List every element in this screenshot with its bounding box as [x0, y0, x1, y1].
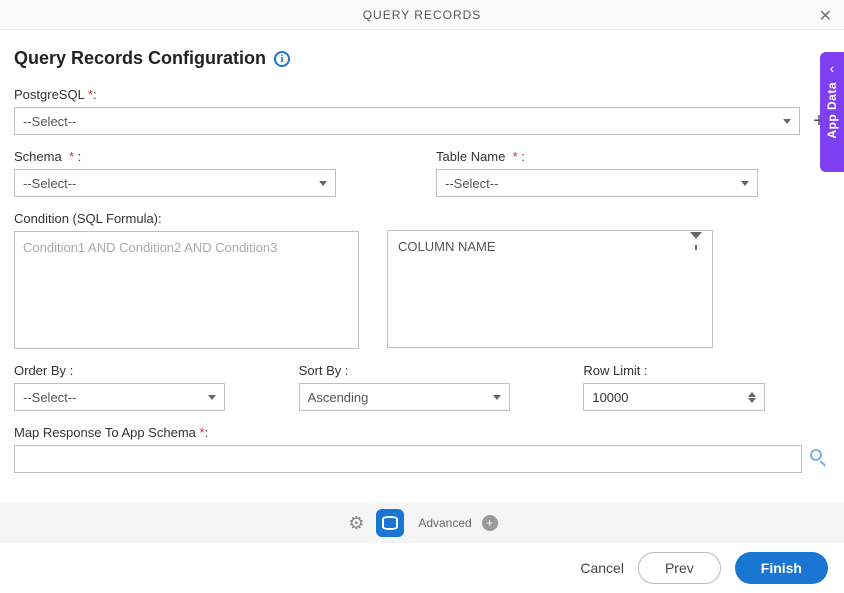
page-title-row: Query Records Configuration i: [14, 48, 830, 69]
close-button[interactable]: ✕: [819, 6, 832, 26]
table-name-label: Table Name * :: [436, 149, 830, 164]
search-icon: [810, 449, 822, 461]
order-sort-limit-row: Order By : --Select-- Sort By : Ascendin…: [14, 363, 830, 411]
condition-field: Condition (SQL Formula): Condition1 AND …: [14, 211, 359, 349]
cancel-button[interactable]: Cancel: [580, 560, 624, 576]
schema-label: Schema * :: [14, 149, 408, 164]
stepper-down-icon[interactable]: [748, 398, 756, 403]
required-mark: *: [513, 149, 518, 164]
condition-label: Condition (SQL Formula):: [14, 211, 359, 226]
sort-by-select[interactable]: Ascending: [299, 383, 510, 411]
sort-by-value: Ascending: [308, 390, 369, 405]
required-mark: *: [200, 425, 205, 440]
finish-button[interactable]: Finish: [735, 552, 828, 584]
map-response-label: Map Response To App Schema *:: [14, 425, 830, 440]
row-limit-stepper[interactable]: [748, 392, 756, 403]
chevron-down-icon: [783, 119, 791, 124]
column-header: COLUMN NAME: [388, 231, 712, 261]
advanced-plus-button[interactable]: +: [482, 515, 498, 531]
map-response-input[interactable]: [14, 445, 802, 473]
gear-icon[interactable]: ⚙: [346, 513, 366, 533]
close-icon: ✕: [819, 8, 832, 25]
column-field: COLUMN NAME: [387, 230, 713, 349]
required-mark: *: [88, 87, 93, 102]
row-limit-value: 10000: [592, 390, 628, 405]
modal-header: QUERY RECORDS ✕: [0, 0, 844, 30]
page-title: Query Records Configuration: [14, 48, 266, 69]
modal-title: QUERY RECORDS: [363, 8, 482, 22]
postgresql-select[interactable]: --Select--: [14, 107, 800, 135]
map-response-field: Map Response To App Schema *:: [14, 425, 830, 473]
sort-by-label: Sort By :: [299, 363, 546, 378]
required-mark: *: [69, 149, 74, 164]
postgresql-value: --Select--: [23, 114, 76, 129]
postgresql-label: PostgreSQL *:: [14, 87, 830, 102]
schema-field: Schema * : --Select--: [14, 149, 408, 197]
column-header-title: COLUMN NAME: [398, 239, 496, 254]
row-limit-input[interactable]: 10000: [583, 383, 765, 411]
order-by-select[interactable]: --Select--: [14, 383, 225, 411]
table-name-select[interactable]: --Select--: [436, 169, 758, 197]
info-icon[interactable]: i: [274, 51, 290, 67]
chevron-down-icon: [741, 181, 749, 186]
schema-table-row: Schema * : --Select-- Table Name * : --S…: [14, 149, 830, 197]
chevron-left-icon: ‹: [830, 60, 835, 76]
toolbar: ⚙ Advanced +: [0, 503, 844, 543]
order-by-label: Order By :: [14, 363, 261, 378]
table-name-value: --Select--: [445, 176, 498, 191]
advanced-label: Advanced: [418, 516, 471, 530]
database-icon[interactable]: [376, 509, 404, 537]
condition-placeholder: Condition1 AND Condition2 AND Condition3: [23, 240, 277, 255]
postgresql-field: PostgreSQL *: --Select-- +: [14, 87, 830, 135]
plus-icon: +: [486, 516, 493, 530]
table-name-field: Table Name * : --Select--: [436, 149, 830, 197]
chevron-down-icon: [493, 395, 501, 400]
schema-select[interactable]: --Select--: [14, 169, 336, 197]
order-by-value: --Select--: [23, 390, 76, 405]
map-response-search-button[interactable]: [810, 449, 830, 469]
order-by-field: Order By : --Select--: [14, 363, 261, 411]
sort-by-field: Sort By : Ascending: [299, 363, 546, 411]
content-area: Query Records Configuration i PostgreSQL…: [0, 30, 844, 473]
prev-button[interactable]: Prev: [638, 552, 721, 584]
stepper-up-icon[interactable]: [748, 392, 756, 397]
row-limit-field: Row Limit : 10000: [583, 363, 830, 411]
row-limit-label: Row Limit :: [583, 363, 830, 378]
column-name-box: COLUMN NAME: [387, 230, 713, 348]
app-data-side-tab[interactable]: ‹ App Data: [820, 52, 844, 172]
condition-textarea[interactable]: Condition1 AND Condition2 AND Condition3: [14, 231, 359, 349]
filter-icon[interactable]: [690, 239, 702, 254]
side-tab-label: App Data: [825, 82, 839, 139]
chevron-down-icon: [208, 395, 216, 400]
footer: Cancel Prev Finish: [0, 543, 844, 593]
condition-column-row: Condition (SQL Formula): Condition1 AND …: [14, 211, 830, 349]
schema-value: --Select--: [23, 176, 76, 191]
chevron-down-icon: [319, 181, 327, 186]
